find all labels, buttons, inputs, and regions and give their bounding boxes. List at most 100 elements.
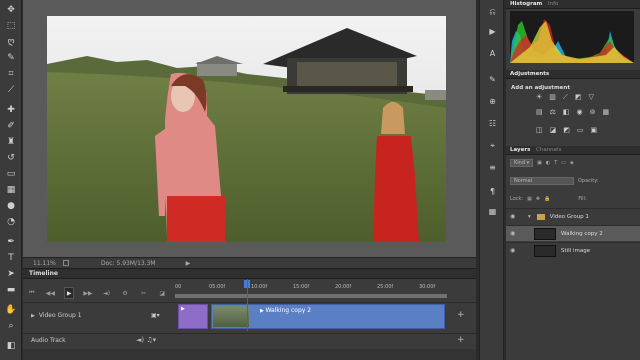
actions-panel-icon[interactable]: ▶ <box>487 26 498 37</box>
previous-frame-icon[interactable]: ◀◀ <box>46 287 56 299</box>
filter-image-icon[interactable]: ▣ <box>537 160 542 166</box>
levels-icon[interactable]: ▥ <box>549 93 556 102</box>
blend-mode-select[interactable]: Normal <box>510 176 574 185</box>
layer-row-walking-copy[interactable]: ◉ Walking copy 2 <box>506 225 640 241</box>
paragraph-icon[interactable]: ¶ <box>487 186 498 197</box>
threshold-icon[interactable]: ◩ <box>563 126 570 134</box>
tab-layers[interactable]: Layers <box>510 147 530 153</box>
split-clip-icon[interactable]: ✂ <box>139 287 149 299</box>
history-brush-icon[interactable]: ↺ <box>4 152 18 164</box>
channel-mixer-icon[interactable]: ⊚ <box>590 108 596 116</box>
video-group-label[interactable]: Video Group 1 <box>31 312 82 319</box>
clone-source-icon[interactable]: ⊕ <box>487 96 498 107</box>
kind-filter-label: Kind <box>514 159 526 166</box>
pen-tool-icon[interactable]: ✒ <box>4 236 18 248</box>
color-lookup-icon[interactable]: ▦ <box>603 108 610 116</box>
eraser-tool-icon[interactable]: ▭ <box>4 168 18 180</box>
adjustments-tabbar: Adjustments <box>506 70 640 79</box>
hand-tool-icon[interactable]: ✋ <box>4 304 18 316</box>
tool-presets-icon[interactable]: ☷ <box>487 118 498 129</box>
tools-panel: ✥ ⬚ ღ ✎ ⌗ ⟋ ✚ ✐ ♜ ↺ ▭ ▦ ● ◔ ✒ T ➤ ▬ ✋ ⌕ … <box>0 0 22 360</box>
crop-tool-icon[interactable]: ⌗ <box>4 68 18 80</box>
brightness-icon[interactable]: ☀ <box>536 93 542 102</box>
color-swatches-icon[interactable]: ◧ <box>4 340 18 352</box>
ruler-tick: 05:00f <box>209 284 226 290</box>
type-tool-icon[interactable]: T <box>4 252 18 264</box>
lock-pixels-icon[interactable]: ▦ <box>527 196 532 202</box>
path-select-icon[interactable]: ➤ <box>4 268 18 280</box>
move-tool-icon[interactable]: ✥ <box>4 4 18 16</box>
filter-type-icon[interactable]: T <box>554 160 557 166</box>
image-canvas[interactable] <box>47 16 446 242</box>
swatches-icon[interactable]: ▦ <box>487 206 498 217</box>
filter-smart-icon[interactable]: ◈ <box>570 160 574 166</box>
next-frame-icon[interactable]: ▶▶ <box>83 287 93 299</box>
vibrance-icon[interactable]: ▽ <box>588 93 593 102</box>
gradient-map-icon[interactable]: ▭ <box>577 126 584 134</box>
zoom-level[interactable]: 11.11% <box>23 260 57 267</box>
audio-toggle-icon[interactable]: ◄) <box>102 287 112 299</box>
healing-brush-icon[interactable]: ✚ <box>4 104 18 116</box>
play-icon[interactable]: ▶ <box>64 287 75 299</box>
kind-filter-select[interactable]: Kind ▾ <box>510 158 534 167</box>
go-to-first-frame-icon[interactable]: ⏮ <box>27 287 37 299</box>
audio-track-label[interactable]: Audio Track <box>31 337 66 344</box>
layer-row-still-image[interactable]: ◉ Still image <box>506 242 640 258</box>
tab-info[interactable]: Info <box>548 1 558 7</box>
curves-icon[interactable]: ⟋ <box>563 93 568 102</box>
color-balance-icon[interactable]: ⚖ <box>550 108 556 116</box>
black-white-icon[interactable]: ◧ <box>563 108 570 116</box>
folder-icon <box>536 213 545 220</box>
photo-scene <box>47 16 446 242</box>
hue-saturation-icon[interactable]: ▤ <box>536 108 543 116</box>
time-ruler[interactable]: 00 05:00f 10:00f 15:00f 20:00f 25:00f 30… <box>175 280 447 302</box>
transition-icon[interactable]: ◪ <box>157 287 167 299</box>
photo-filter-icon[interactable]: ◉ <box>577 108 583 116</box>
tab-channels[interactable]: Channels <box>536 147 561 153</box>
exposure-icon[interactable]: ◩ <box>575 93 582 102</box>
marquee-tool-icon[interactable]: ⬚ <box>4 20 18 32</box>
dodge-tool-icon[interactable]: ◔ <box>4 216 18 228</box>
quick-select-icon[interactable]: ✎ <box>4 52 18 64</box>
zoom-tool-icon[interactable]: ⌕ <box>4 320 18 332</box>
filter-shape-icon[interactable]: ▭ <box>561 160 566 166</box>
transition-clip[interactable] <box>178 304 208 329</box>
properties-icon[interactable]: ≡ <box>487 162 498 173</box>
tab-adjustments[interactable]: Adjustments <box>510 71 549 77</box>
invert-icon[interactable]: ◫ <box>536 126 543 134</box>
timeline-title[interactable]: Timeline <box>29 270 58 277</box>
filter-adjust-icon[interactable]: ◐ <box>546 160 550 166</box>
track-menu-icon[interactable]: ▣▾ <box>151 312 160 319</box>
tab-histogram[interactable]: Histogram <box>510 1 542 7</box>
visibility-eye-icon[interactable]: ◉ <box>510 230 520 237</box>
clip-thumbnail <box>213 306 249 327</box>
shape-tool-icon[interactable]: ▬ <box>4 284 18 296</box>
histogram-graph <box>510 11 634 63</box>
lock-all-icon[interactable]: 🔒 <box>544 196 550 202</box>
add-audio-icon[interactable]: + <box>457 335 465 345</box>
add-media-icon[interactable]: + <box>457 310 465 320</box>
audio-mute-icon[interactable]: ◄) ♫▾ <box>136 336 156 344</box>
timeline-panel: Timeline ⏮ ◀◀ ▶ ▶▶ ◄) ⚙ ✂ ◪ 00 05:00f 10… <box>23 268 476 360</box>
render-settings-icon[interactable]: ⚙ <box>120 287 130 299</box>
work-area-bar[interactable] <box>175 294 447 298</box>
lasso-tool-icon[interactable]: ღ <box>4 36 18 48</box>
eyedropper-tool-icon[interactable]: ⟋ <box>4 84 18 96</box>
visibility-eye-icon[interactable]: ◉ <box>510 213 520 220</box>
brush-presets-icon[interactable]: ✎ <box>487 74 498 85</box>
lock-move-icon[interactable]: ✥ <box>536 196 540 202</box>
status-menu-arrow-icon[interactable]: ▶ <box>186 260 191 267</box>
blur-tool-icon[interactable]: ● <box>4 200 18 212</box>
brush-tool-icon[interactable]: ✐ <box>4 120 18 132</box>
character-panel-icon[interactable]: A <box>487 48 498 59</box>
layer-row-video-group[interactable]: ◉ ▾ Video Group 1 <box>506 208 640 224</box>
history-panel-icon[interactable]: ⎌ <box>487 6 498 17</box>
posterize-icon[interactable]: ◪ <box>550 126 557 134</box>
clone-stamp-icon[interactable]: ♜ <box>4 136 18 148</box>
gradient-tool-icon[interactable]: ▦ <box>4 184 18 196</box>
group-expand-icon[interactable]: ▾ <box>528 214 531 220</box>
visibility-eye-icon[interactable]: ◉ <box>510 247 520 254</box>
navigator-icon[interactable]: ⌖ <box>487 140 498 151</box>
proof-icon[interactable] <box>63 260 69 266</box>
selective-color-icon[interactable]: ▣ <box>591 126 598 134</box>
